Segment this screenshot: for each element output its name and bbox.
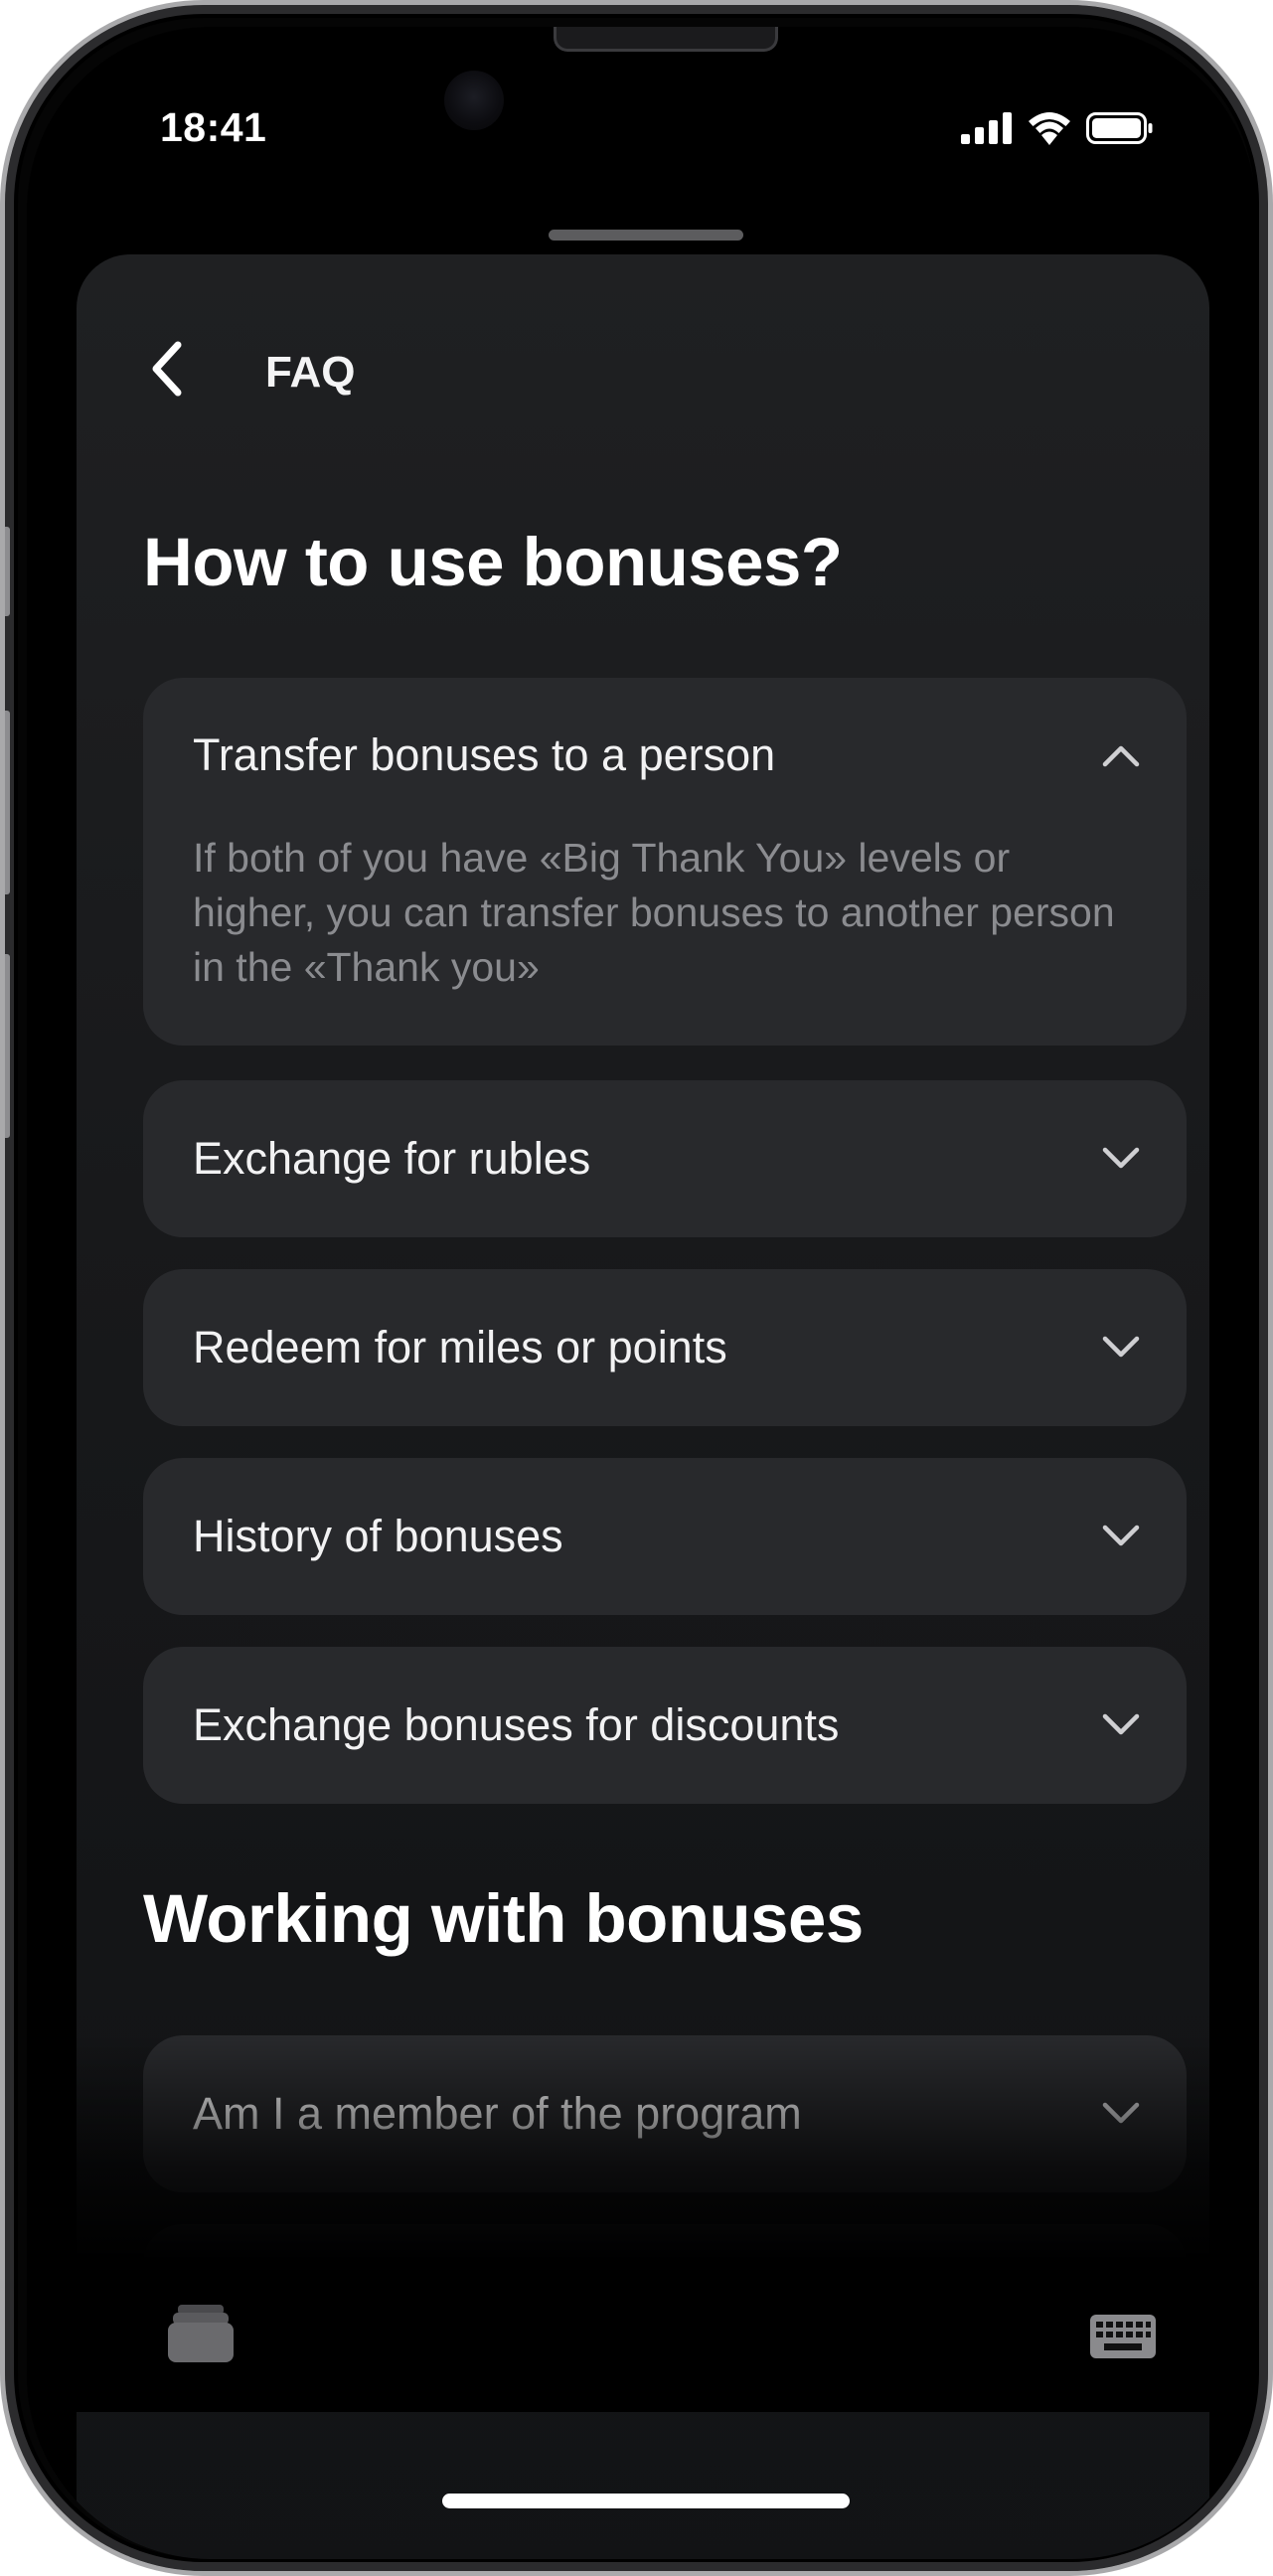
chevron-down-icon (1102, 1713, 1140, 1735)
chevron-down-icon (1102, 2102, 1140, 2124)
faq-item-label: Redeem for miles or points (193, 1322, 727, 1372)
faq-item-answer: If both of you have «Big Thank You» leve… (193, 835, 1115, 990)
faq-item-exchange-for-rubles[interactable]: Exchange for rubles (143, 1080, 1187, 1237)
battery-icon (1086, 112, 1153, 144)
faq-item-label: How bonuses are calculated (193, 2277, 755, 2328)
wifi-icon (1029, 112, 1070, 145)
faq-item-transfer-bonuses[interactable]: Transfer bonuses to a person If both of … (143, 678, 1187, 1046)
faq-item-label: Transfer bonuses to a person (193, 729, 776, 780)
faq-item-history-of-bonuses[interactable]: History of bonuses (143, 1458, 1187, 1615)
faq-item-label: Am I a member of the program (193, 2088, 802, 2139)
chevron-down-icon (1102, 2291, 1140, 2313)
back-button[interactable] (146, 339, 190, 399)
screen: 18:41 FAQ How to use bonuses? Transfer b… (27, 27, 1256, 2559)
action-button (5, 527, 10, 616)
front-camera (444, 71, 504, 130)
chevron-up-icon (1102, 745, 1140, 767)
sheet-grabber[interactable] (549, 230, 743, 241)
earpiece-speaker (554, 27, 778, 52)
status-time: 18:41 (160, 104, 267, 150)
volume-down-button (5, 954, 10, 1138)
chevron-down-icon (1102, 1336, 1140, 1358)
keyboard-icon[interactable] (1090, 2315, 1156, 2358)
faq-item-label: History of bonuses (193, 1511, 563, 1561)
chevron-down-icon (1102, 1147, 1140, 1169)
faq-sheet: FAQ How to use bonuses? Transfer bonuses… (77, 254, 1209, 2559)
phone-frame: 18:41 FAQ How to use bonuses? Transfer b… (0, 0, 1273, 2576)
chevron-left-icon (152, 341, 182, 397)
section-title-working-with-bonuses: Working with bonuses (143, 1880, 864, 1957)
faq-item-redeem-miles[interactable]: Redeem for miles or points (143, 1269, 1187, 1426)
faq-item-how-bonuses-calculated[interactable]: How bonuses are calculated (143, 2224, 1187, 2381)
section-title-how-to-use-bonuses: How to use bonuses? (143, 524, 843, 600)
nav-bar: FAQ (77, 254, 1209, 413)
cellular-signal-icon (961, 112, 1012, 144)
home-indicator[interactable] (442, 2494, 850, 2508)
faq-item-label: Exchange bonuses for discounts (193, 1699, 840, 1750)
stack-icon[interactable] (168, 2303, 234, 2362)
faq-item-label: Exchange for rubles (193, 1133, 591, 1184)
volume-up-button (5, 711, 10, 894)
status-icons (961, 111, 1154, 145)
faq-item-exchange-for-discounts[interactable]: Exchange bonuses for discounts (143, 1647, 1187, 1804)
faq-item-am-i-member[interactable]: Am I a member of the program (143, 2035, 1187, 2192)
chevron-down-icon (1102, 1525, 1140, 1546)
page-title: FAQ (265, 348, 356, 397)
